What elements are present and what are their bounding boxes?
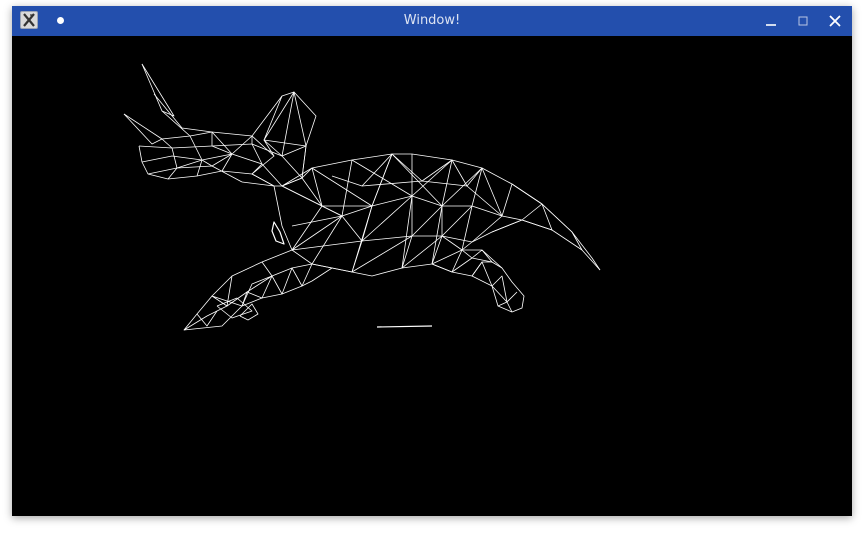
close-button[interactable] (824, 10, 846, 32)
app-window: Window! (12, 6, 852, 516)
triceratops-wireframe (123, 63, 601, 331)
pin-dot-icon[interactable] (57, 17, 64, 24)
maximize-icon (798, 16, 808, 26)
minimize-button[interactable] (760, 10, 782, 32)
title-bar[interactable]: Window! (12, 6, 852, 36)
x-window-app-icon[interactable] (20, 11, 38, 29)
window-title: Window! (403, 13, 461, 28)
maximize-button[interactable] (792, 10, 814, 32)
minimize-icon (766, 24, 776, 26)
close-icon (829, 15, 841, 27)
render-canvas[interactable] (12, 36, 852, 516)
